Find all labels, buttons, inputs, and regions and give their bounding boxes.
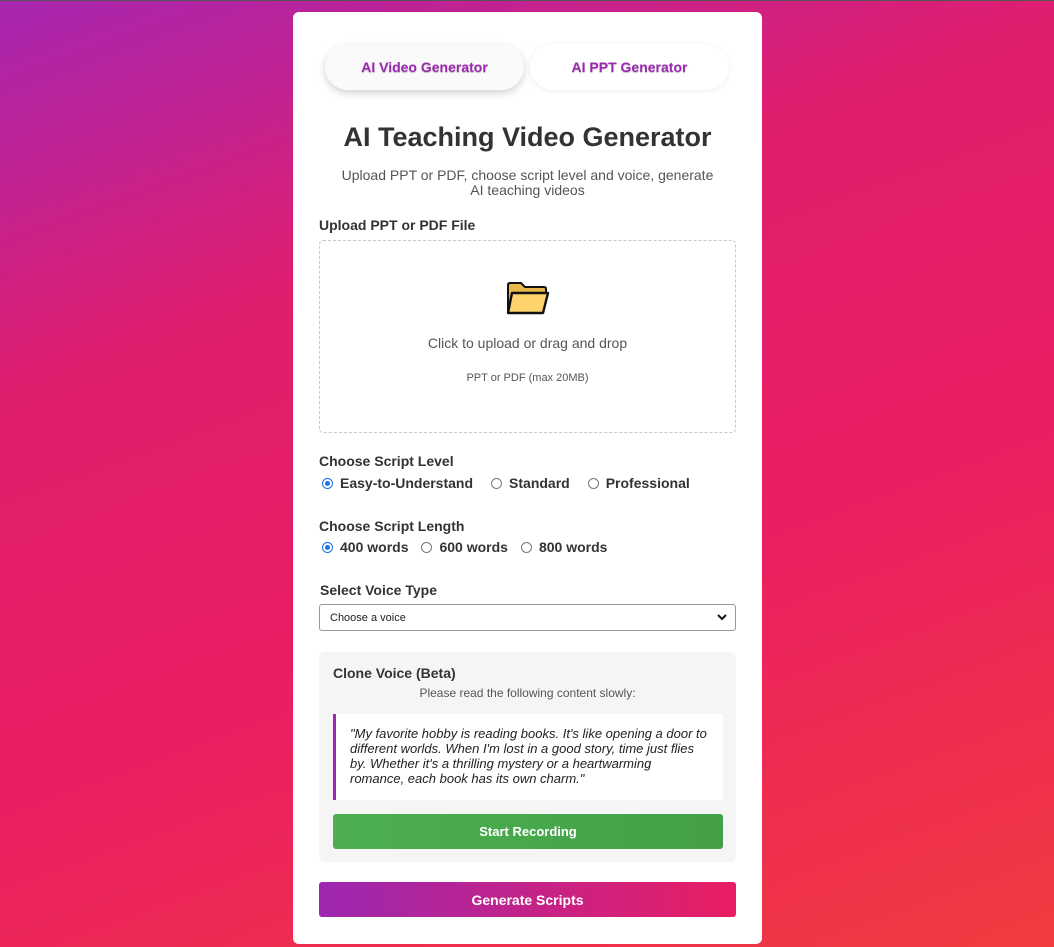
voice-select[interactable]: Choose a voice [319,604,736,631]
clone-voice-title: Clone Voice (Beta) [333,665,456,681]
radio-800-words[interactable]: 800 words [520,539,608,555]
tab-ai-ppt-generator[interactable]: AI PPT Generator [530,44,729,90]
radio-label: Standard [509,475,570,491]
radio-professional[interactable]: Professional [587,475,690,491]
radio-600-words[interactable]: 600 words [421,539,508,555]
radio-800-words-input[interactable] [520,541,532,553]
radio-label: Professional [605,475,690,491]
tab-ai-video-generator[interactable]: AI Video Generator [325,44,524,90]
radio-600-words-input[interactable] [421,541,433,553]
page-title: AI Teaching Video Generator [343,122,712,152]
page-subtitle: Upload PPT or PDF, choose script level a… [341,167,714,198]
radio-easy-to-understand[interactable]: Easy-to-Understand [322,475,473,491]
radio-label: 400 words [340,539,409,555]
script-level-radio-group: Easy-to-Understand Standard Professional [322,474,708,492]
radio-label: 600 words [439,539,508,555]
tab-bar: AI Video Generator AI PPT Generator [325,44,729,91]
radio-standard[interactable]: Standard [491,475,570,491]
generate-scripts-button[interactable]: Generate Scripts [319,882,736,917]
clone-voice-panel: Clone Voice (Beta) Please read the follo… [319,652,736,862]
top-border-line [0,0,1054,1]
upload-file-limit: PPT or PDF (max 20MB) [466,372,589,384]
radio-standard-input[interactable] [491,477,503,489]
reading-passage: "My favorite hobby is reading books. It'… [333,714,723,800]
folder-icon [506,282,550,315]
script-length-radio-group: 400 words 600 words 800 words [322,538,625,556]
upload-instruction: Click to upload or drag and drop [427,335,628,351]
chevron-down-icon [717,614,727,621]
script-length-label: Choose Script Length [319,518,465,534]
radio-easy-to-understand-input[interactable] [322,477,333,489]
radio-label: Easy-to-Understand [340,475,474,491]
clone-voice-hint: Please read the following content slowly… [419,686,636,700]
voice-type-label: Select Voice Type [320,582,437,598]
script-level-label: Choose Script Level [319,453,454,469]
radio-professional-input[interactable] [587,477,599,489]
radio-400-words[interactable]: 400 words [322,539,408,555]
radio-label: 800 words [538,539,608,555]
main-card: AI Video Generator AI PPT Generator AI T… [293,12,762,944]
voice-select-value: Choose a voice [330,611,406,624]
start-recording-button[interactable]: Start Recording [333,814,723,849]
upload-label: Upload PPT or PDF File [319,217,476,233]
file-upload-dropzone[interactable]: Click to upload or drag and drop PPT or … [319,240,736,433]
radio-400-words-input[interactable] [322,541,333,553]
